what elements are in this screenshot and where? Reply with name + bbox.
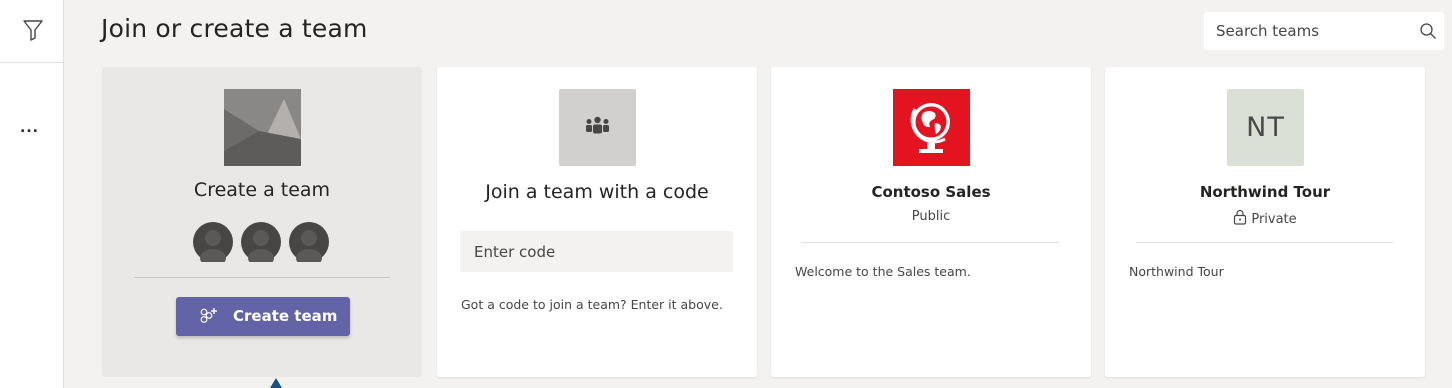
join-team-card: Join a team with a code Got a code to jo…	[437, 67, 757, 377]
lock-icon	[1233, 209, 1247, 225]
avatar	[289, 222, 329, 262]
team-description: Welcome to the Sales team.	[795, 264, 971, 279]
search-icon[interactable]	[1419, 22, 1437, 40]
add-people-icon	[198, 307, 218, 325]
left-rail: ...	[0, 0, 64, 388]
divider	[134, 277, 390, 278]
team-privacy: Private	[1251, 212, 1297, 227]
search-input[interactable]	[1216, 20, 1406, 42]
join-hint-text: Got a code to join a team? Enter it abov…	[461, 297, 723, 312]
search-box[interactable]	[1204, 12, 1444, 50]
team-privacy: Public	[911, 209, 951, 224]
team-name: Northwind Tour	[1199, 183, 1331, 201]
team-card-northwind-tour[interactable]: NT Northwind Tour Private Northwind Tour	[1105, 67, 1425, 377]
globe-logo-icon	[893, 89, 970, 166]
more-options-button[interactable]: ...	[20, 120, 44, 144]
team-description: Northwind Tour	[1129, 264, 1224, 279]
create-team-button-label: Create team	[233, 307, 338, 325]
divider	[1136, 242, 1393, 243]
team-initials-avatar: NT	[1227, 89, 1304, 166]
avatar	[193, 222, 233, 262]
page-title: Join or create a team	[101, 14, 368, 43]
create-team-card: Create a team Create team	[102, 67, 422, 377]
image-placeholder-icon	[224, 89, 301, 166]
rail-divider	[0, 62, 64, 63]
avatar	[241, 222, 281, 262]
create-team-heading: Create a team	[193, 179, 331, 201]
team-privacy-row: Private	[1105, 209, 1425, 227]
filter-icon[interactable]	[22, 18, 44, 42]
avatar-group	[193, 222, 333, 262]
team-code-input[interactable]	[460, 231, 733, 272]
teams-icon	[559, 89, 636, 166]
team-name: Contoso Sales	[871, 183, 991, 201]
join-team-heading: Join a team with a code	[485, 181, 709, 203]
team-card-contoso-sales[interactable]: Contoso Sales Public Welcome to the Sale…	[771, 67, 1091, 377]
divider	[802, 242, 1059, 243]
pointer-caret-icon	[270, 378, 282, 388]
create-team-button[interactable]: Create team	[176, 297, 350, 336]
